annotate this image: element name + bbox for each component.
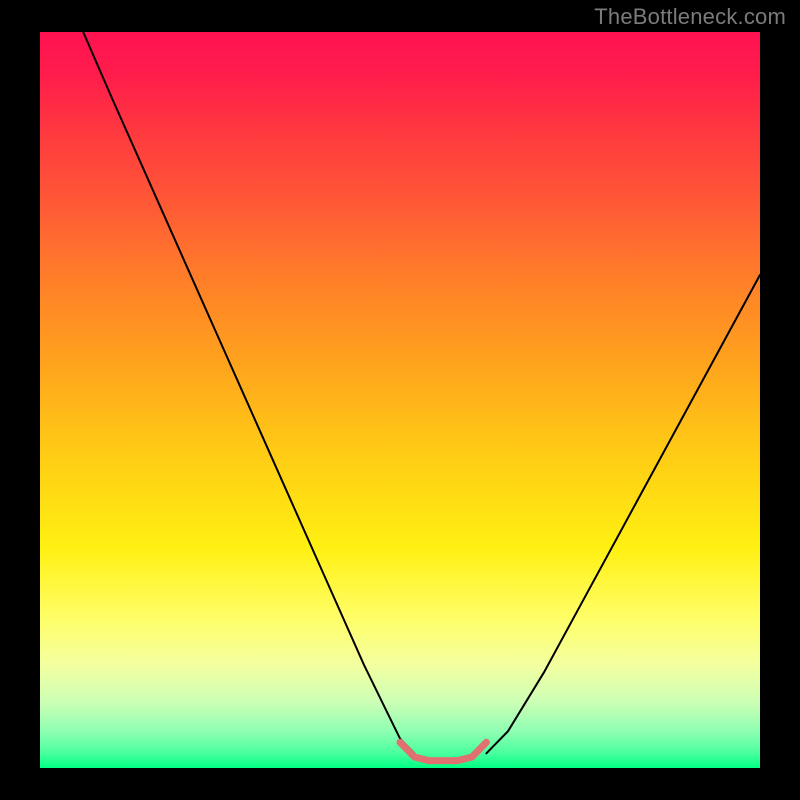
right-arm-line: [486, 275, 760, 753]
left-arm-line: [83, 32, 414, 753]
chart-frame: TheBottleneck.com: [0, 0, 800, 800]
valley-floor-line: [400, 742, 486, 760]
chart-svg: [40, 32, 760, 768]
watermark-text: TheBottleneck.com: [594, 4, 786, 30]
